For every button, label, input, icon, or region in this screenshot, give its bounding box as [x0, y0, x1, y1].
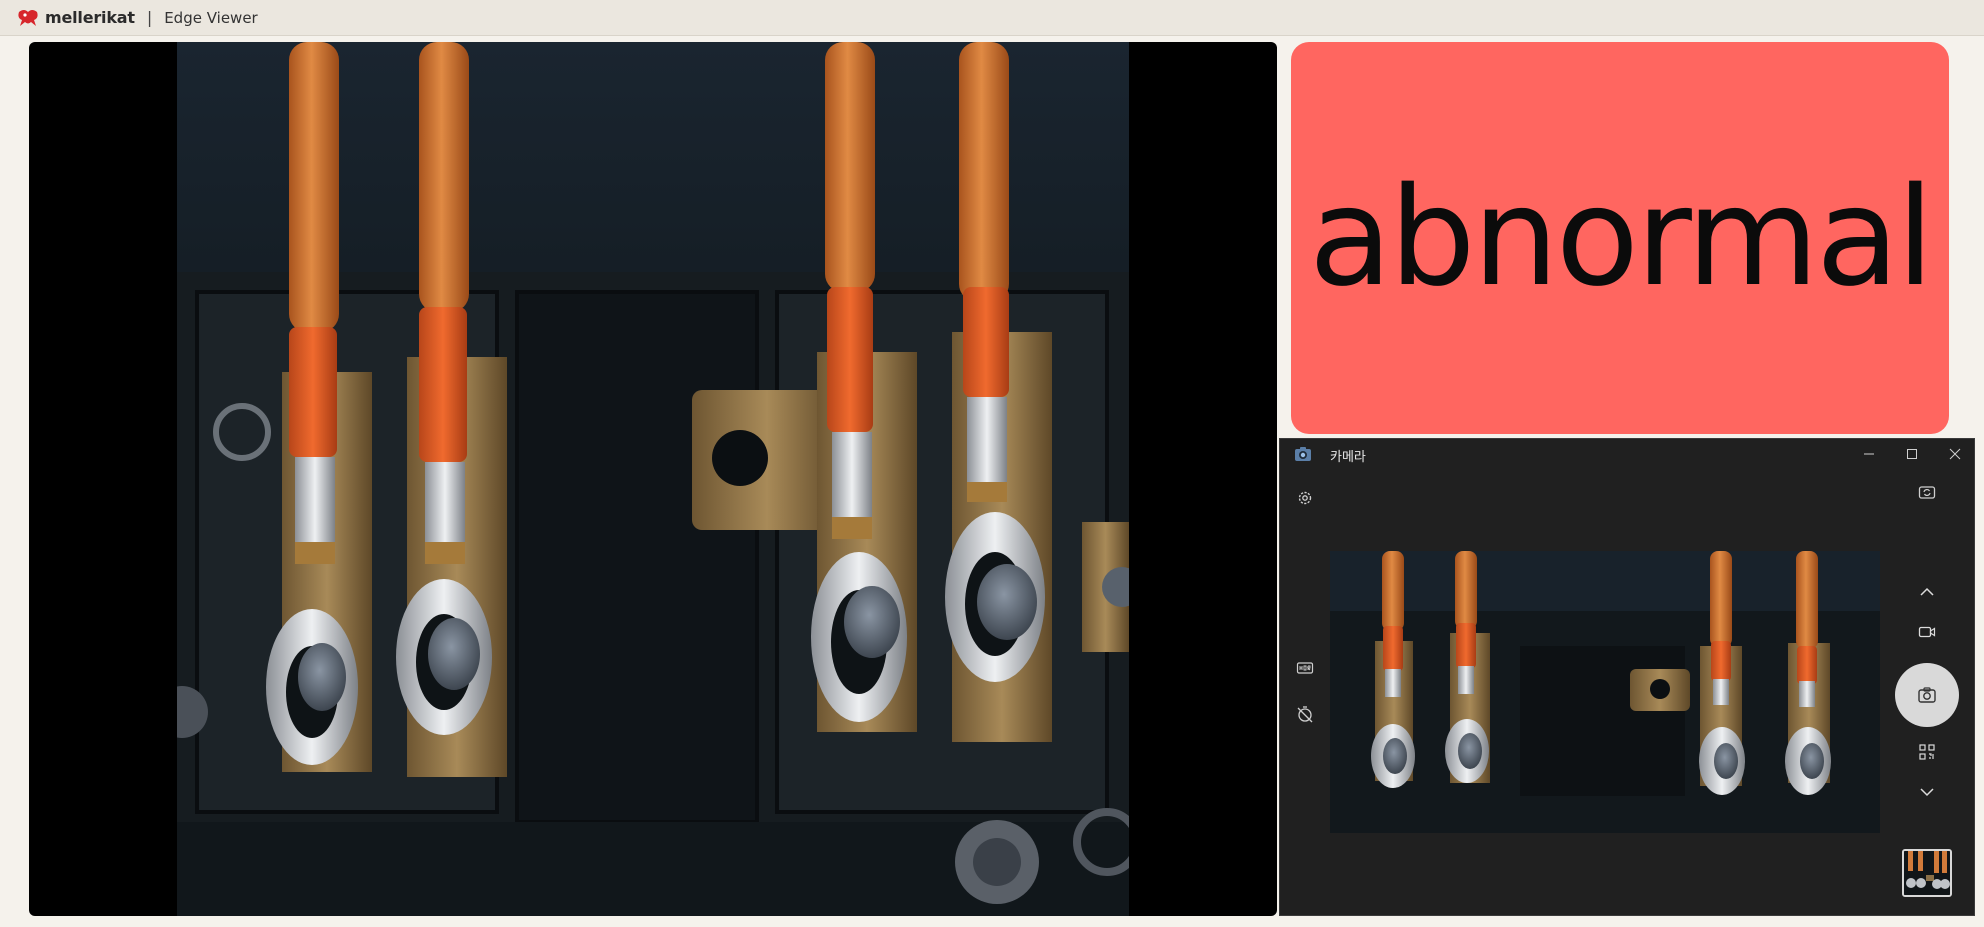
close-icon: [1949, 448, 1961, 460]
video-mode-button[interactable]: [1914, 619, 1940, 645]
settings-button[interactable]: [1292, 485, 1318, 511]
camera-app-window: 카메라: [1279, 438, 1975, 916]
timer-off-icon: [1297, 706, 1313, 723]
camera-window-title: 카메라: [1330, 450, 1366, 465]
video-icon: [1918, 626, 1936, 638]
mode-up-button[interactable]: [1914, 579, 1940, 605]
camera-app-icon: [1295, 447, 1311, 461]
camera-titlebar: 카메라: [1280, 439, 1974, 469]
mode-down-button[interactable]: [1914, 779, 1940, 805]
status-card: abnormal: [1291, 42, 1949, 434]
barcode-mode-button[interactable]: [1914, 739, 1940, 765]
mellerikat-logo-icon: [18, 9, 38, 26]
thumbnail-image: [1904, 851, 1950, 895]
switch-camera-icon: [1918, 486, 1936, 499]
camera-icon: [1918, 687, 1936, 703]
maximize-button[interactable]: [1897, 443, 1927, 465]
take-photo-button[interactable]: [1895, 663, 1959, 727]
last-photo-thumbnail[interactable]: [1902, 849, 1952, 897]
top-bar: mellerikat | Edge Viewer: [0, 0, 1984, 36]
header-separator: |: [146, 8, 153, 27]
gear-icon: [1298, 491, 1312, 505]
timer-button[interactable]: [1292, 701, 1318, 727]
maximize-icon: [1907, 449, 1917, 459]
camera-preview: [1330, 551, 1880, 833]
chevron-down-icon: [1920, 788, 1934, 797]
app-title: Edge Viewer: [164, 8, 258, 27]
close-button[interactable]: [1940, 443, 1970, 465]
qr-code-icon: [1919, 744, 1935, 760]
hdr-button[interactable]: [1292, 655, 1318, 681]
switch-camera-button[interactable]: [1914, 479, 1940, 505]
inspection-image: [177, 42, 1129, 916]
main-camera-view: [29, 42, 1277, 916]
minimize-button[interactable]: [1854, 443, 1884, 465]
hdr-icon: [1296, 662, 1314, 674]
chevron-up-icon: [1920, 587, 1934, 596]
minimize-icon: [1864, 453, 1874, 455]
status-label: abnormal: [1308, 159, 1934, 317]
brand-name: mellerikat: [45, 8, 135, 27]
